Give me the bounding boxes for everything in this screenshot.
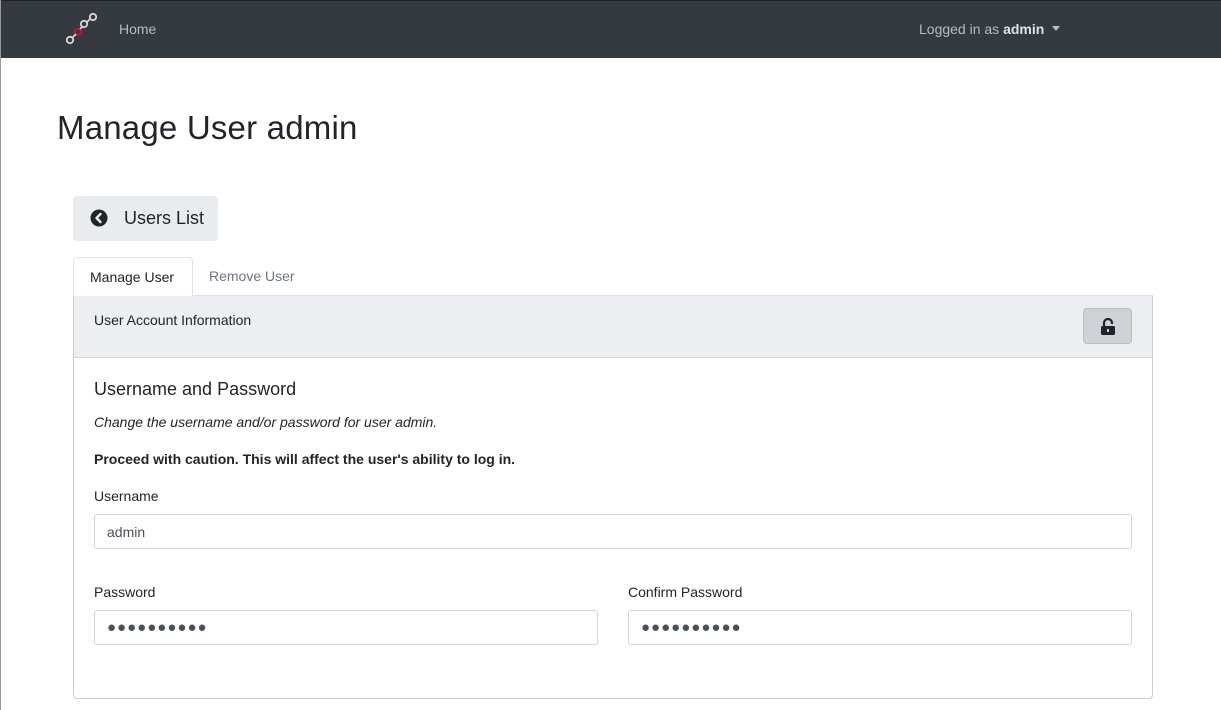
- caret-down-icon: [1052, 25, 1061, 31]
- graph-nodes-logo-icon[interactable]: [63, 12, 99, 48]
- caution-warning: Proceed with caution. This will affect t…: [94, 451, 516, 467]
- user-tabs: Manage User Remove User: [73, 257, 1153, 297]
- page-title: Manage User admin: [57, 109, 358, 146]
- username-label: Username: [94, 488, 159, 504]
- confirm-password-label: Confirm Password: [628, 584, 743, 600]
- password-label: Password: [94, 584, 156, 600]
- confirm-password-input[interactable]: ●●●●●●●●●●: [628, 610, 1132, 645]
- section-title: Username and Password: [94, 379, 297, 399]
- users-list-button[interactable]: Users List: [73, 196, 218, 241]
- tab-remove-user[interactable]: Remove User: [193, 257, 311, 296]
- users-list-label: Users List: [124, 208, 205, 228]
- user-menu-dropdown[interactable]: Logged in as admin: [919, 21, 1061, 37]
- logged-in-username: admin: [1003, 21, 1045, 37]
- user-account-card: User Account Information Username and Pa…: [73, 296, 1153, 699]
- username-input[interactable]: [94, 514, 1132, 549]
- nav-home-link[interactable]: Home: [119, 21, 156, 37]
- unlock-icon: [1101, 318, 1115, 335]
- section-description: Change the username and/or password for …: [94, 414, 438, 430]
- tab-manage-user[interactable]: Manage User: [73, 257, 193, 297]
- top-navbar: Home Logged in as admin: [1, 0, 1221, 58]
- logged-in-prefix: Logged in as: [919, 21, 1000, 37]
- card-header: User Account Information: [74, 296, 1152, 358]
- password-input[interactable]: ●●●●●●●●●●: [94, 610, 598, 645]
- unlock-button[interactable]: [1083, 308, 1132, 344]
- chevron-circle-left-icon: [90, 209, 108, 227]
- card-header-title: User Account Information: [94, 312, 252, 328]
